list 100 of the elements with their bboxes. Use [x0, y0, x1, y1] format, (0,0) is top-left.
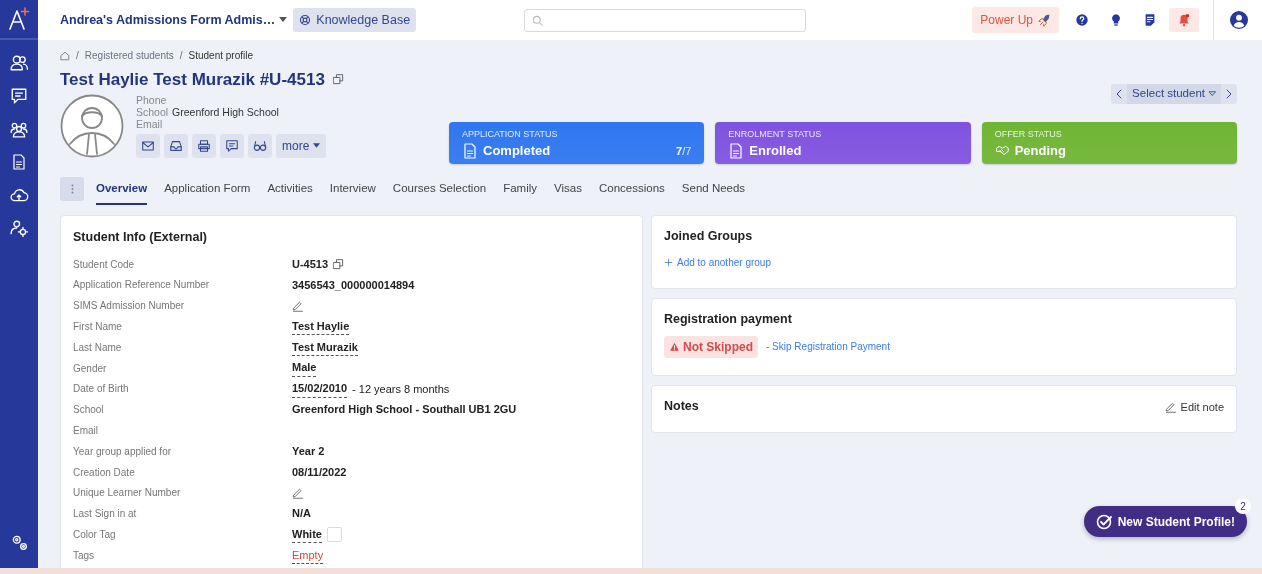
breadcrumb-separator: /	[76, 49, 79, 63]
glasses-icon	[252, 138, 268, 153]
search-icon	[532, 14, 544, 26]
field-label: Unique Learner Number	[73, 486, 182, 501]
field-label: Creation Date	[73, 465, 136, 480]
student-selector[interactable]: Select student	[1111, 83, 1237, 104]
edit-note-button[interactable]: Edit note	[1164, 398, 1224, 416]
breadcrumb-separator: /	[179, 49, 183, 63]
field-value: N/A	[292, 506, 311, 522]
contact-line: Email	[136, 117, 164, 130]
document-icon	[462, 141, 478, 160]
pencil-icon	[292, 299, 304, 312]
status-value: Enrolled	[749, 142, 802, 160]
notes-icon	[1143, 13, 1157, 27]
contact-line: School Greenford High School	[136, 105, 280, 118]
handshake-icon	[994, 144, 1010, 158]
add-group-link[interactable]: Add to another group	[664, 254, 771, 270]
field-label: First Name	[73, 320, 123, 335]
avatar-drawing	[60, 93, 124, 158]
field-label: Application Reference Number	[73, 278, 211, 293]
card-title: Joined Groups	[664, 228, 754, 244]
count-badge: 2	[1235, 498, 1251, 514]
card-title: Registration payment	[664, 311, 793, 327]
status-label: ENROLMENT STATUS	[728, 127, 823, 141]
action-button[interactable]	[192, 133, 216, 158]
chat-icon	[225, 138, 239, 153]
user-avatar-icon	[1230, 9, 1248, 31]
kebab-icon	[70, 184, 74, 195]
action-button[interactable]	[136, 133, 160, 158]
user-settings-icon	[9, 218, 29, 237]
action-button[interactable]	[248, 133, 272, 158]
caret-icon	[1209, 91, 1216, 96]
chat-icon	[10, 86, 28, 105]
contact-line: Phone	[136, 93, 168, 106]
logo-icon	[8, 7, 30, 31]
field-value: U-4513	[292, 256, 329, 272]
editable-value[interactable]: Test Haylie	[292, 317, 350, 336]
status-label: OFFER STATUS	[994, 127, 1063, 141]
age-text: - 12 years 8 months	[352, 381, 450, 397]
tab[interactable]: Concessions	[599, 173, 665, 205]
edit-button[interactable]	[292, 299, 304, 312]
status-badge: Not Skipped	[664, 335, 758, 358]
field-value: Year 2	[292, 444, 325, 460]
lightbulb-icon	[1109, 13, 1123, 27]
check-badge-icon	[1095, 513, 1112, 530]
copy-button[interactable]	[333, 258, 345, 270]
field-label: Color Tag	[73, 528, 117, 542]
tab[interactable]: Application Form	[164, 173, 251, 205]
knowledge-base-button[interactable]: Knowledge Base	[293, 7, 417, 33]
editable-value[interactable]: 15/02/2010	[292, 380, 348, 398]
action-button[interactable]	[164, 133, 188, 158]
caret-icon	[313, 143, 321, 148]
field-label: Email	[73, 424, 99, 438]
field-label: Last Sign in at	[73, 507, 138, 522]
editable-value[interactable]: Test Murazik	[292, 338, 358, 357]
field-label: SIMS Admission Number	[73, 299, 186, 314]
field-label: School	[73, 403, 105, 418]
field-value: Greenford High School - Southall UB1 2GU	[292, 402, 517, 418]
tab[interactable]: Visas	[554, 173, 582, 205]
editable-value[interactable]: White	[292, 525, 322, 544]
breadcrumb-link[interactable]: Registered students	[84, 48, 174, 63]
tab[interactable]: Activities	[267, 173, 313, 205]
bell-icon	[1177, 13, 1191, 27]
breadcrumb-current: Student profile	[188, 49, 253, 63]
status-label: APPLICATION STATUS	[462, 127, 559, 141]
tab[interactable]: Overview	[96, 173, 148, 205]
card-title: Student Info (External)	[73, 229, 209, 245]
search-field[interactable]	[524, 8, 807, 32]
warning-icon	[669, 341, 680, 352]
action-button[interactable]	[220, 133, 244, 158]
chevron-left-icon	[1116, 88, 1123, 99]
tab[interactable]: Send Needs	[681, 173, 746, 205]
tab[interactable]: Family	[503, 173, 538, 205]
card-title: Notes	[664, 398, 699, 414]
empty-value[interactable]: Empty	[292, 546, 324, 565]
chevron-right-icon	[1226, 88, 1232, 99]
pencil-icon	[1164, 401, 1177, 413]
inbox-icon	[169, 138, 183, 153]
more-button[interactable]: more	[276, 133, 327, 158]
caret-icon	[279, 17, 288, 23]
plus-icon	[664, 257, 673, 267]
edit-button[interactable]	[292, 486, 304, 499]
field-label: Year group applied for	[73, 444, 173, 459]
editable-value[interactable]: Male	[292, 359, 317, 377]
rocket-icon	[1038, 13, 1051, 27]
page-title: Test Haylie Test Murazik #U-4513	[60, 69, 325, 91]
field-label: Gender	[73, 361, 108, 376]
copy-button[interactable]	[332, 74, 344, 86]
home-link[interactable]	[60, 50, 70, 61]
field-label: Student Code	[73, 257, 136, 272]
select-student-dropdown[interactable]: Select student	[1127, 83, 1221, 104]
home-icon	[60, 50, 70, 61]
skip-payment-link[interactable]: - Skip Registration Payment	[766, 339, 890, 355]
tab[interactable]: Interview	[329, 173, 376, 205]
status-count: 7/7	[676, 143, 692, 159]
form-selector[interactable]: Andrea's Admissions Form Admis…	[60, 10, 288, 30]
field-value: 08/11/2022	[292, 464, 347, 480]
printer-icon	[197, 138, 211, 153]
mail-icon	[141, 138, 155, 153]
tab[interactable]: Courses Selection	[392, 173, 487, 205]
